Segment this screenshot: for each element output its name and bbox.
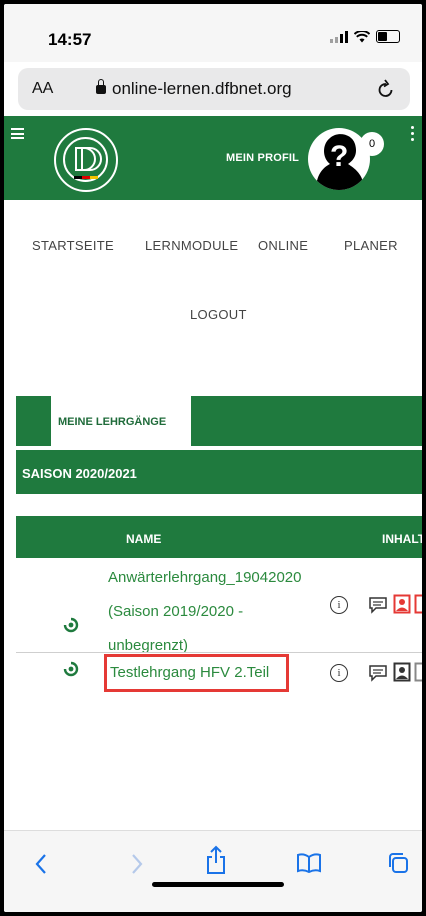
- svg-text:?: ?: [330, 140, 348, 173]
- column-header-name: NAME: [126, 532, 162, 546]
- season-header[interactable]: SAISON 2020/2021: [16, 450, 422, 494]
- signal-icon: [330, 30, 348, 43]
- dfb-logo[interactable]: [54, 128, 118, 192]
- lock-icon: [96, 79, 106, 94]
- nav-logout[interactable]: LOGOUT: [190, 307, 247, 322]
- url-text: online-lernen.dfbnet.org: [112, 79, 292, 98]
- comment-icon[interactable]: [368, 664, 388, 682]
- nav-startseite[interactable]: STARTSEITE: [32, 238, 114, 253]
- course-title-line2: (Saison 2019/2020 -: [108, 603, 244, 620]
- tab-bar: MEINE LEHRGÄNGE: [16, 396, 422, 446]
- url-display[interactable]: online-lernen.dfbnet.org: [96, 79, 292, 99]
- nav-planer[interactable]: PLANER: [344, 238, 398, 253]
- back-icon[interactable]: [34, 853, 48, 875]
- phone-screen: 14:57 AA online-lernen.dfbnet.org MEIN P…: [4, 4, 422, 912]
- info-icon[interactable]: i: [330, 596, 348, 614]
- reload-icon[interactable]: [376, 78, 396, 100]
- season-label: SAISON 2020/2021: [22, 466, 137, 481]
- status-icons: [330, 30, 400, 43]
- battery-icon: [376, 30, 400, 43]
- site-header: MEIN PROFIL ? 0: [4, 116, 422, 200]
- notification-badge[interactable]: 0: [360, 132, 384, 156]
- content-image-icon[interactable]: [393, 594, 411, 614]
- course-status-icon: [63, 661, 79, 677]
- course-title-line1: Anwärterlehrgang_19042020: [108, 569, 302, 586]
- status-bar: 14:57: [4, 4, 422, 62]
- column-header-inhalt: INHALT: [382, 532, 422, 546]
- browser-toolbar: [4, 830, 422, 912]
- reader-text-size-button[interactable]: AA: [32, 80, 53, 98]
- content-image-icon[interactable]: [393, 662, 411, 682]
- info-icon[interactable]: i: [330, 664, 348, 682]
- wifi-icon: [354, 30, 370, 42]
- course-link-anwaerterlehrgang[interactable]: Anwärterlehrgang_19042020 (Saison 2019/2…: [108, 566, 301, 658]
- nav-lernmodule[interactable]: LERNMODULE: [145, 238, 238, 253]
- course-status-icon: [63, 617, 79, 633]
- highlight-box: [104, 654, 289, 692]
- more-options-icon[interactable]: [411, 126, 414, 141]
- content-doc-icon[interactable]: [414, 594, 422, 614]
- address-bar[interactable]: AA online-lernen.dfbnet.org: [18, 68, 410, 110]
- home-indicator: [152, 882, 284, 887]
- dfb-logo-mark: [74, 147, 102, 179]
- table-header: NAME INHALT: [16, 516, 422, 558]
- nav-online[interactable]: ONLINE: [258, 238, 308, 253]
- tab-meine-lehrgaenge-label: MEINE LEHRGÄNGE: [58, 416, 167, 428]
- my-profile-link[interactable]: MEIN PROFIL: [226, 152, 299, 164]
- forward-icon[interactable]: [130, 853, 144, 875]
- tabs-icon[interactable]: [386, 851, 410, 875]
- menu-icon[interactable]: [11, 128, 24, 139]
- comment-icon[interactable]: [368, 596, 388, 614]
- status-time: 14:57: [48, 30, 92, 49]
- share-icon[interactable]: [204, 845, 228, 875]
- content-doc-icon[interactable]: [414, 662, 422, 682]
- bookmarks-icon[interactable]: [296, 853, 322, 873]
- row-divider: [16, 652, 422, 653]
